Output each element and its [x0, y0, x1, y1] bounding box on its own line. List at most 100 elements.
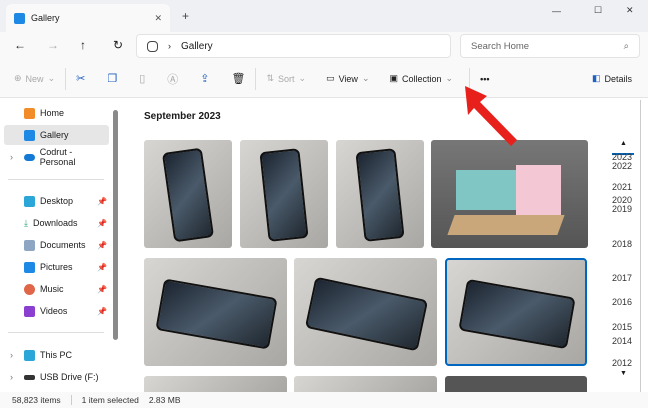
divider [8, 332, 104, 333]
trash-icon: 🗑 [231, 73, 246, 85]
collection-icon: ▣ [389, 73, 398, 83]
pin-icon[interactable]: 📌 [97, 197, 107, 206]
timeline-year[interactable]: 2018 [612, 239, 632, 249]
cut-button[interactable]: ✂ [70, 72, 91, 85]
photo-thumbnail[interactable] [431, 140, 588, 248]
scroll-down-icon[interactable]: ▼ [620, 370, 627, 377]
photo-thumbnail[interactable] [294, 376, 437, 392]
photo-thumbnail-selected[interactable] [445, 258, 587, 366]
paste-icon: ▯ [139, 73, 146, 85]
chevron-right-icon[interactable]: › [10, 372, 13, 382]
pin-icon[interactable]: 📌 [97, 285, 107, 294]
selection-size: 2.83 MB [148, 395, 181, 405]
up-icon[interactable]: ↑ [80, 38, 86, 52]
tab-title: Gallery [31, 13, 60, 23]
label: Home [40, 108, 65, 118]
view-label: View [338, 73, 358, 84]
address-bar-row: ← → ↑ ↻ › Gallery Search Home ⌕ [0, 32, 648, 60]
sidebar-item-onedrive[interactable]: › Codrut - Personal [4, 147, 109, 167]
forward-icon[interactable]: → [47, 38, 59, 52]
refresh-icon[interactable]: ↻ [113, 38, 123, 52]
gallery-icon [147, 40, 158, 52]
sidebar-item-music[interactable]: Music 📌 [4, 279, 109, 299]
share-button[interactable]: ⇪ [194, 72, 215, 85]
status-bar: 58,823 items 1 item selected 2.83 MB [0, 392, 648, 408]
photo-thumbnail[interactable] [294, 258, 437, 366]
photo-thumbnail[interactable] [336, 140, 424, 248]
timeline-year[interactable]: 2022 [612, 161, 632, 171]
label: Codrut - Personal [39, 147, 76, 167]
copy-button[interactable]: ❐ [101, 72, 123, 85]
view-icon: ▭ [326, 73, 335, 83]
delete-button[interactable]: 🗑 [225, 72, 251, 85]
address-path: Gallery [181, 40, 213, 52]
music-icon [24, 283, 35, 295]
view-button[interactable]: ▭ View ⌄ [320, 73, 375, 84]
new-tab-button[interactable]: + [182, 9, 189, 23]
new-label: New [25, 73, 44, 84]
details-button[interactable]: ◧ Details [586, 73, 638, 84]
label: This PC [40, 350, 73, 360]
sidebar-item-home[interactable]: Home [4, 103, 109, 123]
sidebar-item-usb-drive[interactable]: › USB Drive (F:) [4, 367, 109, 387]
chevron-right-icon[interactable]: › [10, 152, 13, 162]
plus-circle-icon: ⊕ [14, 73, 22, 83]
drive-icon [24, 374, 35, 380]
photo-thumbnail[interactable] [144, 376, 287, 392]
photo-thumbnail[interactable] [240, 140, 328, 248]
cloud-icon [24, 153, 35, 161]
timeline-year[interactable]: 2021 [612, 182, 632, 192]
minimize-button[interactable]: — [552, 6, 561, 16]
gallery-icon [24, 129, 35, 141]
label: USB Drive (F:) [40, 372, 99, 382]
label: Videos [40, 306, 68, 316]
photo-thumbnail[interactable] [144, 140, 232, 248]
photo-thumbnail[interactable] [144, 258, 287, 366]
documents-icon [24, 239, 35, 251]
selection-info: 1 item selected [81, 395, 139, 405]
sort-icon: ⇅ [266, 73, 274, 83]
sidebar-scrollbar[interactable] [113, 110, 118, 340]
timeline-year[interactable]: 2016 [612, 297, 632, 307]
label: Desktop [40, 196, 74, 206]
sidebar-item-documents[interactable]: Documents 📌 [4, 235, 109, 255]
label: Music [40, 284, 64, 294]
sidebar-item-desktop[interactable]: Desktop 📌 [4, 191, 109, 211]
pc-icon [24, 349, 35, 361]
back-icon[interactable]: ← [14, 38, 26, 52]
close-tab-icon[interactable]: ✕ [154, 13, 162, 24]
sidebar-item-downloads[interactable]: ⤓ Downloads 📌 [4, 213, 109, 233]
timeline-year[interactable]: 2017 [612, 273, 632, 283]
pin-icon[interactable]: 📌 [97, 219, 107, 228]
navigation-pane: Home Gallery › Codrut - Personal Desktop 📌… [0, 100, 120, 392]
pin-icon[interactable]: 📌 [97, 241, 107, 250]
sidebar-item-gallery[interactable]: Gallery [4, 125, 109, 145]
close-button[interactable]: ✕ [626, 5, 634, 16]
timeline-year[interactable]: 2015 [612, 322, 632, 332]
maximize-button[interactable]: ☐ [594, 5, 602, 16]
pin-icon[interactable]: 📌 [97, 307, 107, 316]
rename-button[interactable]: Ⓐ [161, 71, 184, 87]
search-icon: ⌕ [623, 40, 629, 52]
scroll-up-icon[interactable]: ▲ [620, 140, 627, 147]
timeline-year[interactable]: 2012 [612, 358, 632, 368]
photo-thumbnail[interactable] [445, 376, 587, 392]
timeline-year[interactable]: 2014 [612, 336, 632, 346]
address-input[interactable]: › Gallery [136, 34, 451, 58]
collection-button[interactable]: ▣ Collection ⌄ [383, 73, 459, 84]
scissors-icon: ✂ [76, 73, 86, 85]
timeline-year[interactable]: 2019 [612, 204, 632, 214]
pictures-icon [24, 261, 35, 273]
chevron-right-icon[interactable]: › [10, 350, 13, 360]
divider [8, 179, 104, 180]
sidebar-item-videos[interactable]: Videos 📌 [4, 301, 109, 321]
pin-icon[interactable]: 📌 [97, 263, 107, 272]
label: Documents [40, 240, 86, 250]
sort-button[interactable]: ⇅ Sort ⌄ [260, 73, 312, 84]
sidebar-item-this-pc[interactable]: › This PC [4, 345, 109, 365]
sidebar-item-pictures[interactable]: Pictures 📌 [4, 257, 109, 277]
tab-gallery[interactable]: Gallery ✕ [6, 4, 170, 32]
new-button[interactable]: ⊕ New ⌄ [8, 73, 61, 84]
search-input[interactable]: Search Home ⌕ [460, 34, 640, 58]
paste-button[interactable]: ▯ [133, 72, 151, 85]
